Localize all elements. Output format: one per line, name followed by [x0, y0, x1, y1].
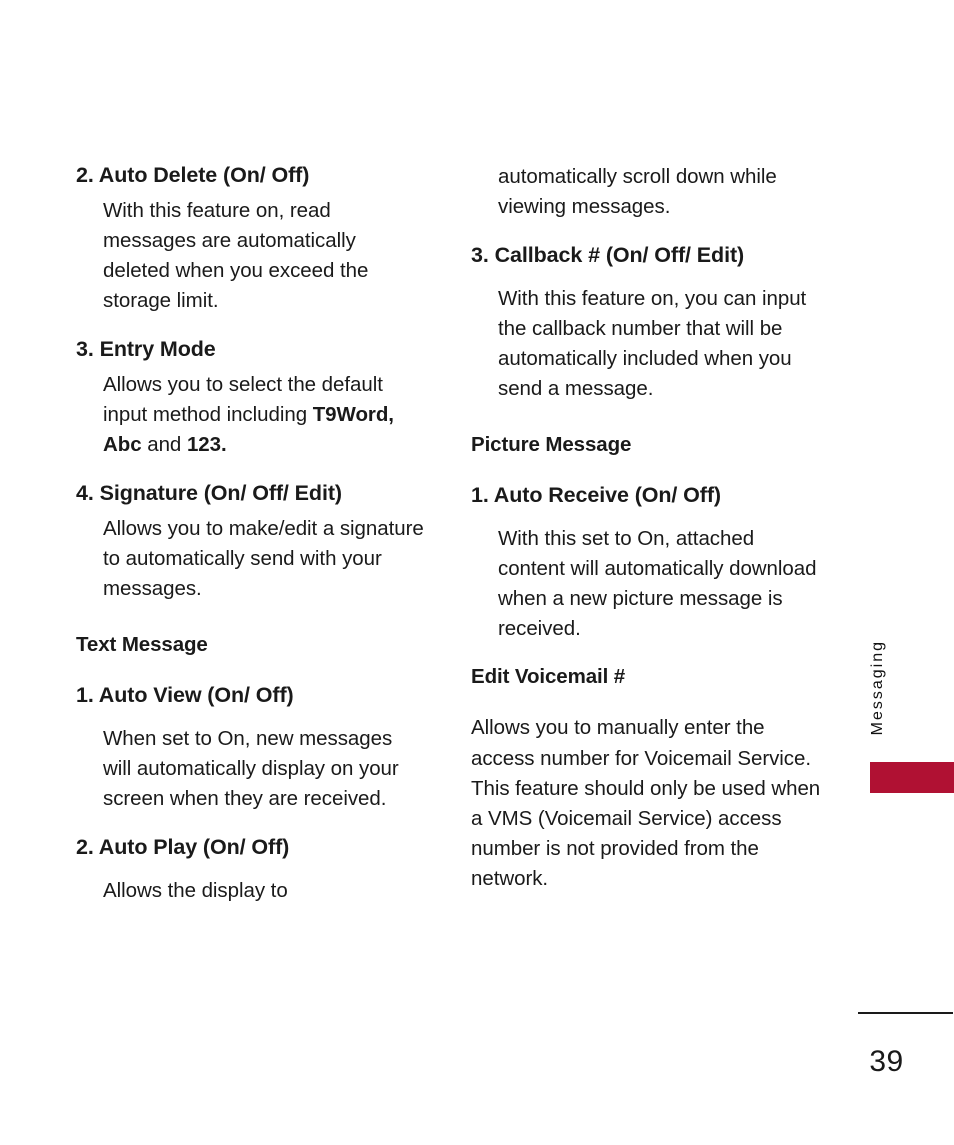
manual-page: 2. Auto Delete (On/ Off) With this featu…: [0, 0, 954, 1145]
item-body-signature: Allows you to make/edit a signature to a…: [103, 517, 424, 601]
side-tab-messaging: Messaging: [856, 600, 900, 775]
entry-mode-text-part-2: and: [141, 433, 187, 457]
footer-divider: [858, 1012, 953, 1014]
title-body-spacer-4: [471, 516, 821, 524]
heading-spacer: [76, 668, 426, 682]
side-tab-accent-bar: [870, 762, 954, 793]
item-body-auto-view: When set to On, new messages will automa…: [103, 726, 399, 810]
page-number: 39: [869, 1045, 904, 1078]
item-title-auto-view: 1. Auto View (On/ Off): [76, 682, 294, 707]
item-title-auto-receive: 1. Auto Receive (On/ Off): [471, 482, 721, 507]
section-heading-text-message: Text Message: [76, 633, 208, 657]
heading-spacer-2: [471, 468, 821, 482]
item-body-auto-receive: With this set to On, attached content wi…: [498, 526, 817, 640]
item-body-callback: With this feature on, you can input the …: [498, 287, 807, 401]
item-title-entry-mode: 3. Entry Mode: [76, 337, 216, 362]
entry-mode-bold-123: 123.: [186, 433, 227, 457]
item-title-signature: 4. Signature (On/ Off/ Edit): [76, 481, 342, 506]
body-edit-voicemail: Allows you to manually enter the access …: [471, 716, 821, 890]
item-body-entry-mode: Allows you to select the default input m…: [76, 370, 426, 460]
section-heading-picture-message: Picture Message: [471, 433, 632, 457]
title-body-spacer-3: [471, 276, 821, 284]
section-spacer-2: [471, 424, 821, 432]
item-title-auto-delete: 2. Auto Delete (On/ Off): [76, 163, 310, 187]
side-tab-label: Messaging: [869, 639, 886, 736]
title-body-spacer-2: [76, 868, 426, 876]
right-text-column: automatically scroll down while viewing …: [471, 162, 821, 914]
item-body-auto-play-continued: automatically scroll down while viewing …: [498, 165, 777, 219]
title-body-spacer: [76, 716, 426, 724]
item-body-auto-delete: With this feature on, read messages are …: [103, 198, 369, 313]
item-title-auto-play: 2. Auto Play (On/ Off): [76, 834, 290, 859]
left-text-column: 2. Auto Delete (On/ Off) With this featu…: [76, 162, 426, 926]
heading-spacer-3: [471, 699, 821, 713]
item-title-callback: 3. Callback # (On/ Off/ Edit): [471, 243, 745, 268]
item-body-auto-play: Allows the display to: [103, 878, 288, 902]
section-heading-edit-voicemail: Edit Voicemail #: [471, 664, 626, 688]
